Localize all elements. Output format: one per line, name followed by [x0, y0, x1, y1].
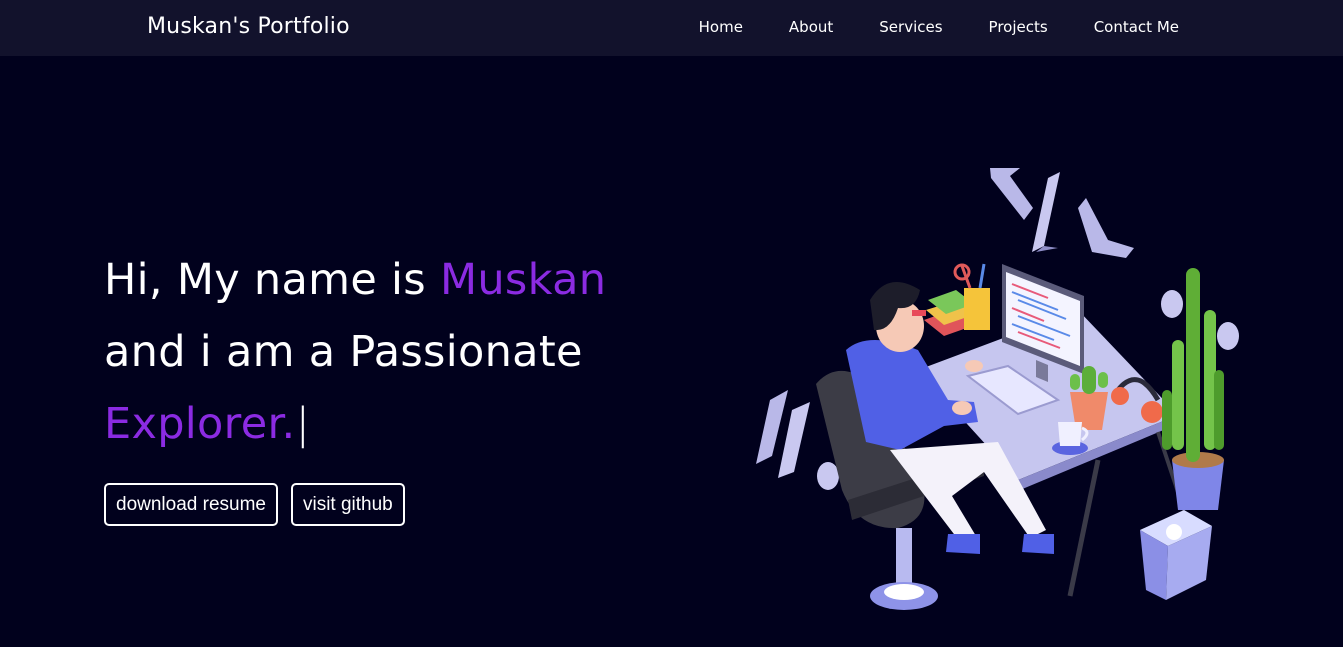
brand-logo[interactable]: Muskan's Portfolio — [147, 12, 350, 42]
cactus-plant — [1070, 366, 1108, 430]
nav-link-home[interactable]: Home — [699, 16, 743, 38]
nav-link-projects[interactable]: Projects — [989, 16, 1048, 38]
nav-link-services[interactable]: Services — [879, 16, 942, 38]
typing-cursor: | — [295, 399, 311, 449]
code-brackets-icon — [990, 168, 1134, 258]
visit-github-button[interactable]: visit github — [290, 483, 405, 526]
hero-line-1: Hi, My name is Muskan — [104, 244, 704, 316]
hero-heading: Hi, My name is Muskan and i am a Passion… — [104, 244, 704, 460]
floating-dot-decoration — [1161, 290, 1183, 318]
hero-typed-word: Explorer. — [104, 399, 296, 449]
navbar: Muskan's Portfolio Home About Services P… — [0, 0, 1343, 56]
hero-line-3: Explorer.| — [104, 388, 704, 460]
download-resume-button[interactable]: download resume — [104, 483, 278, 526]
hero-line-2: and i am a Passionate — [104, 327, 583, 377]
nav-links: Home About Services Projects Contact Me — [699, 16, 1179, 38]
developer-at-desk-illustration — [756, 168, 1239, 610]
nav-link-contact[interactable]: Contact Me — [1094, 16, 1179, 38]
hero-name: Muskan — [439, 255, 607, 305]
nav-item-contact: Contact Me — [1094, 16, 1179, 38]
nav-link-about[interactable]: About — [789, 16, 833, 38]
hero-intro-text: Hi, My name is — [104, 255, 440, 305]
nav-item-home: Home — [699, 16, 743, 38]
trash-bin — [1140, 510, 1212, 600]
nav-item-projects: Projects — [989, 16, 1048, 38]
nav-item-services: Services — [879, 16, 942, 38]
hero-buttons: download resume visit github — [104, 483, 405, 526]
nav-item-about: About — [789, 16, 833, 38]
floating-dot-decoration — [1217, 322, 1239, 350]
